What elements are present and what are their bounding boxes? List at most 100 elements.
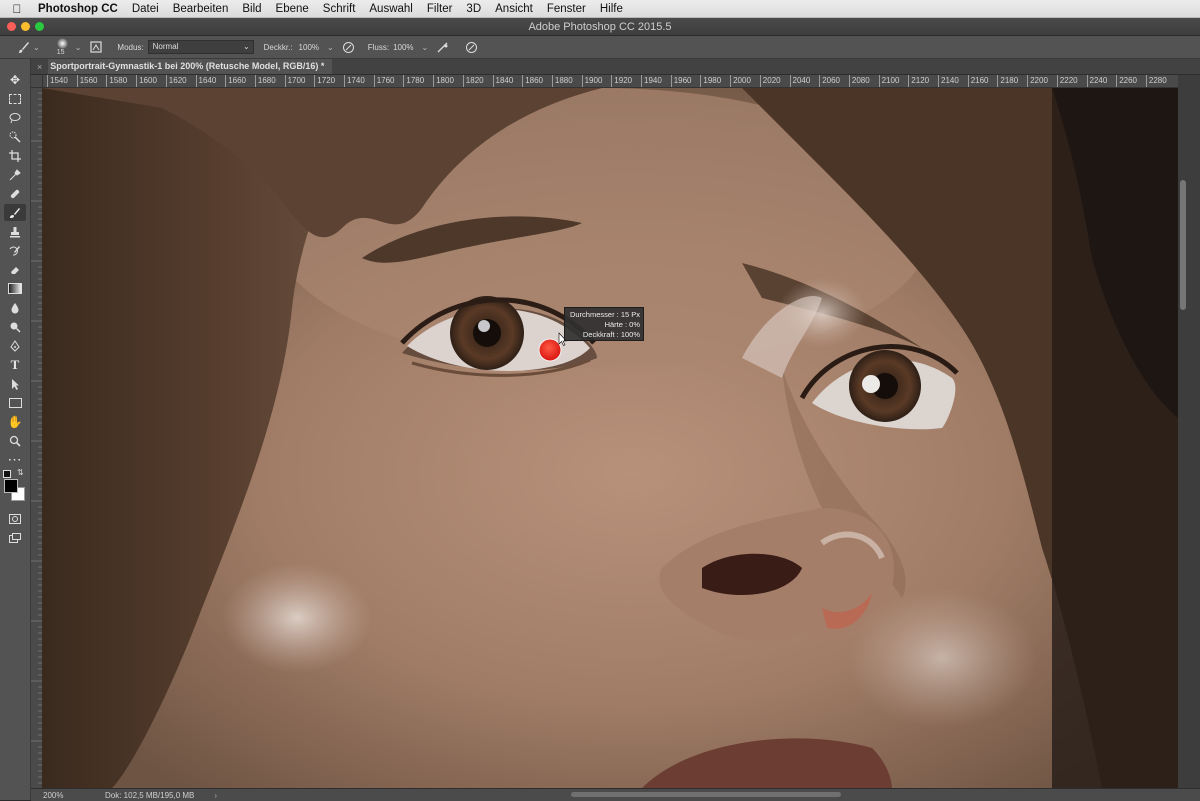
horizontal-scroll-thumb[interactable] xyxy=(571,792,841,797)
more-tools-icon[interactable]: ⋯ xyxy=(4,451,26,468)
mode-value: Normal xyxy=(152,42,179,51)
ruler-tick-label: 1960 xyxy=(670,75,691,87)
ruler-tick-label: 2240 xyxy=(1086,75,1107,87)
menu-ebene[interactable]: Ebene xyxy=(269,3,316,15)
eraser-tool-icon[interactable] xyxy=(4,261,26,278)
ruler-tick-label: 2260 xyxy=(1116,75,1137,87)
menu-schrift[interactable]: Schrift xyxy=(316,3,363,15)
zoom-tool-icon[interactable] xyxy=(4,432,26,449)
ruler-tick-label: 1540 xyxy=(47,75,68,87)
vertical-scroll-thumb[interactable] xyxy=(1180,180,1186,310)
close-window-button[interactable] xyxy=(7,22,16,31)
ruler-tick-label: 2280 xyxy=(1145,75,1167,87)
opacity-value[interactable]: 100% xyxy=(299,43,319,52)
mode-select[interactable]: Normal ⌄ xyxy=(147,40,254,54)
ruler-tick-label: 2060 xyxy=(819,75,840,87)
portrait-image xyxy=(42,88,1178,788)
pen-tool-icon[interactable] xyxy=(4,337,26,354)
crop-tool-icon[interactable] xyxy=(4,147,26,164)
close-icon[interactable]: × xyxy=(37,62,42,72)
menu-auswahl[interactable]: Auswahl xyxy=(362,3,419,15)
document-tab-title[interactable]: Sportportrait-Gymnastik-1 bei 200% (Retu… xyxy=(48,59,333,74)
swap-colors-icon[interactable]: ⇅ xyxy=(17,468,24,477)
ruler-tick-label: 1820 xyxy=(462,75,484,87)
minimize-window-button[interactable] xyxy=(21,22,30,31)
lasso-tool-icon[interactable] xyxy=(4,109,26,126)
brush-preset-picker[interactable]: 15 xyxy=(54,37,72,57)
tools-panel: ✥ T ✋ ⋯ ⇅ xyxy=(0,59,31,800)
hand-tool-icon[interactable]: ✋ xyxy=(4,413,26,430)
apple-icon[interactable]:  xyxy=(0,2,34,16)
tooltip-diameter: Durchmesser : 15 Px xyxy=(569,310,640,319)
vertical-scrollbar[interactable] xyxy=(1178,75,1200,788)
history-brush-tool-icon[interactable] xyxy=(4,242,26,259)
ruler-tick-label: 1680 xyxy=(254,75,276,87)
mac-menubar:  Photoshop CC Datei Bearbeiten Bild Ebe… xyxy=(0,0,1200,18)
move-tool-icon[interactable]: ✥ xyxy=(4,71,26,88)
menu-datei[interactable]: Datei xyxy=(125,3,166,15)
zoom-window-button[interactable] xyxy=(35,22,44,31)
foreground-color-swatch[interactable] xyxy=(4,479,18,493)
menu-bearbeiten[interactable]: Bearbeiten xyxy=(166,3,236,15)
type-tool-icon[interactable]: T xyxy=(4,356,26,373)
ruler-tick-label: 2180 xyxy=(997,75,1018,87)
healing-brush-tool-icon[interactable] xyxy=(4,185,26,202)
quick-mask-icon[interactable] xyxy=(4,510,26,527)
ruler-tick-label: 1940 xyxy=(641,75,662,87)
chevron-down-icon[interactable]: ⌄ xyxy=(327,43,334,52)
document-canvas[interactable] xyxy=(42,88,1178,788)
menu-fenster[interactable]: Fenster xyxy=(540,3,593,15)
default-colors-icon[interactable] xyxy=(3,470,11,478)
brush-info-tooltip: Durchmesser : 15 Px Härte : 0% Deckkraft… xyxy=(564,307,644,341)
brush-panel-toggle-icon[interactable] xyxy=(89,40,103,54)
horizontal-ruler[interactable]: 1540 1560 1580 1600 1620 1640 1660 1680 1700 1720… xyxy=(42,75,1178,88)
tooltip-opacity: Deckkraft : 100% xyxy=(582,330,640,339)
menu-ansicht[interactable]: Ansicht xyxy=(488,3,540,15)
ruler-tick-label: 1560 xyxy=(76,75,97,87)
chevron-down-icon[interactable]: ⌄ xyxy=(75,43,82,52)
document-tab-bar: × Sportportrait-Gymnastik-1 bei 200% (Re… xyxy=(31,59,1200,75)
vertical-ruler-ticks xyxy=(31,80,42,784)
chevron-down-icon: ⌄ xyxy=(242,42,250,51)
document-size-info[interactable]: Dok: 102,5 MB/195,0 MB xyxy=(103,791,194,800)
clone-stamp-tool-icon[interactable] xyxy=(4,223,26,240)
blur-tool-icon[interactable] xyxy=(4,299,26,316)
ruler-tick-label: 1720 xyxy=(314,75,335,87)
eyedropper-tool-icon[interactable] xyxy=(4,166,26,183)
zoom-level[interactable]: 200% xyxy=(31,791,103,800)
screen-mode-icon[interactable] xyxy=(4,529,26,546)
ruler-tick-label: 1580 xyxy=(106,75,127,87)
ruler-tick-label: 1800 xyxy=(433,75,454,87)
tooltip-hardness: Härte : 0% xyxy=(604,320,640,329)
gradient-tool-icon[interactable] xyxy=(4,280,26,297)
menu-hilfe[interactable]: Hilfe xyxy=(593,3,630,15)
color-swatches: ⇅ xyxy=(0,468,30,508)
rectangle-tool-icon[interactable] xyxy=(4,394,26,411)
dodge-tool-icon[interactable] xyxy=(4,318,26,335)
ruler-origin[interactable] xyxy=(31,75,43,88)
status-bar: 200% Dok: 102,5 MB/195,0 MB › xyxy=(31,788,1200,801)
ruler-tick-label: 1840 xyxy=(492,75,513,87)
ruler-tick-label: 1660 xyxy=(225,75,246,87)
brush-tool-active-icon[interactable] xyxy=(4,204,26,221)
ruler-tick-label: 1640 xyxy=(195,75,216,87)
path-selection-tool-icon[interactable] xyxy=(4,375,26,392)
chevron-down-icon[interactable]: ⌄ xyxy=(422,43,429,52)
pressure-size-icon[interactable] xyxy=(464,40,478,54)
ruler-tick-label: 1860 xyxy=(522,75,543,87)
window-controls xyxy=(7,22,44,31)
chevron-down-icon[interactable]: ⌄ xyxy=(33,43,40,52)
brush-size-label: 15 xyxy=(56,49,65,56)
menu-filter[interactable]: Filter xyxy=(420,3,460,15)
brush-tool-icon[interactable] xyxy=(16,40,30,54)
airbrush-icon[interactable] xyxy=(436,40,450,54)
marquee-tool-icon[interactable] xyxy=(4,90,26,107)
status-menu-arrow-icon[interactable]: › xyxy=(214,791,217,800)
quick-selection-tool-icon[interactable] xyxy=(4,128,26,145)
pressure-opacity-icon[interactable] xyxy=(342,40,356,54)
menu-photoshop[interactable]: Photoshop CC xyxy=(34,3,125,15)
menu-3d[interactable]: 3D xyxy=(459,3,488,15)
menu-bild[interactable]: Bild xyxy=(235,3,268,15)
ruler-tick-label: 1700 xyxy=(284,75,305,87)
flow-value[interactable]: 100% xyxy=(393,43,413,52)
